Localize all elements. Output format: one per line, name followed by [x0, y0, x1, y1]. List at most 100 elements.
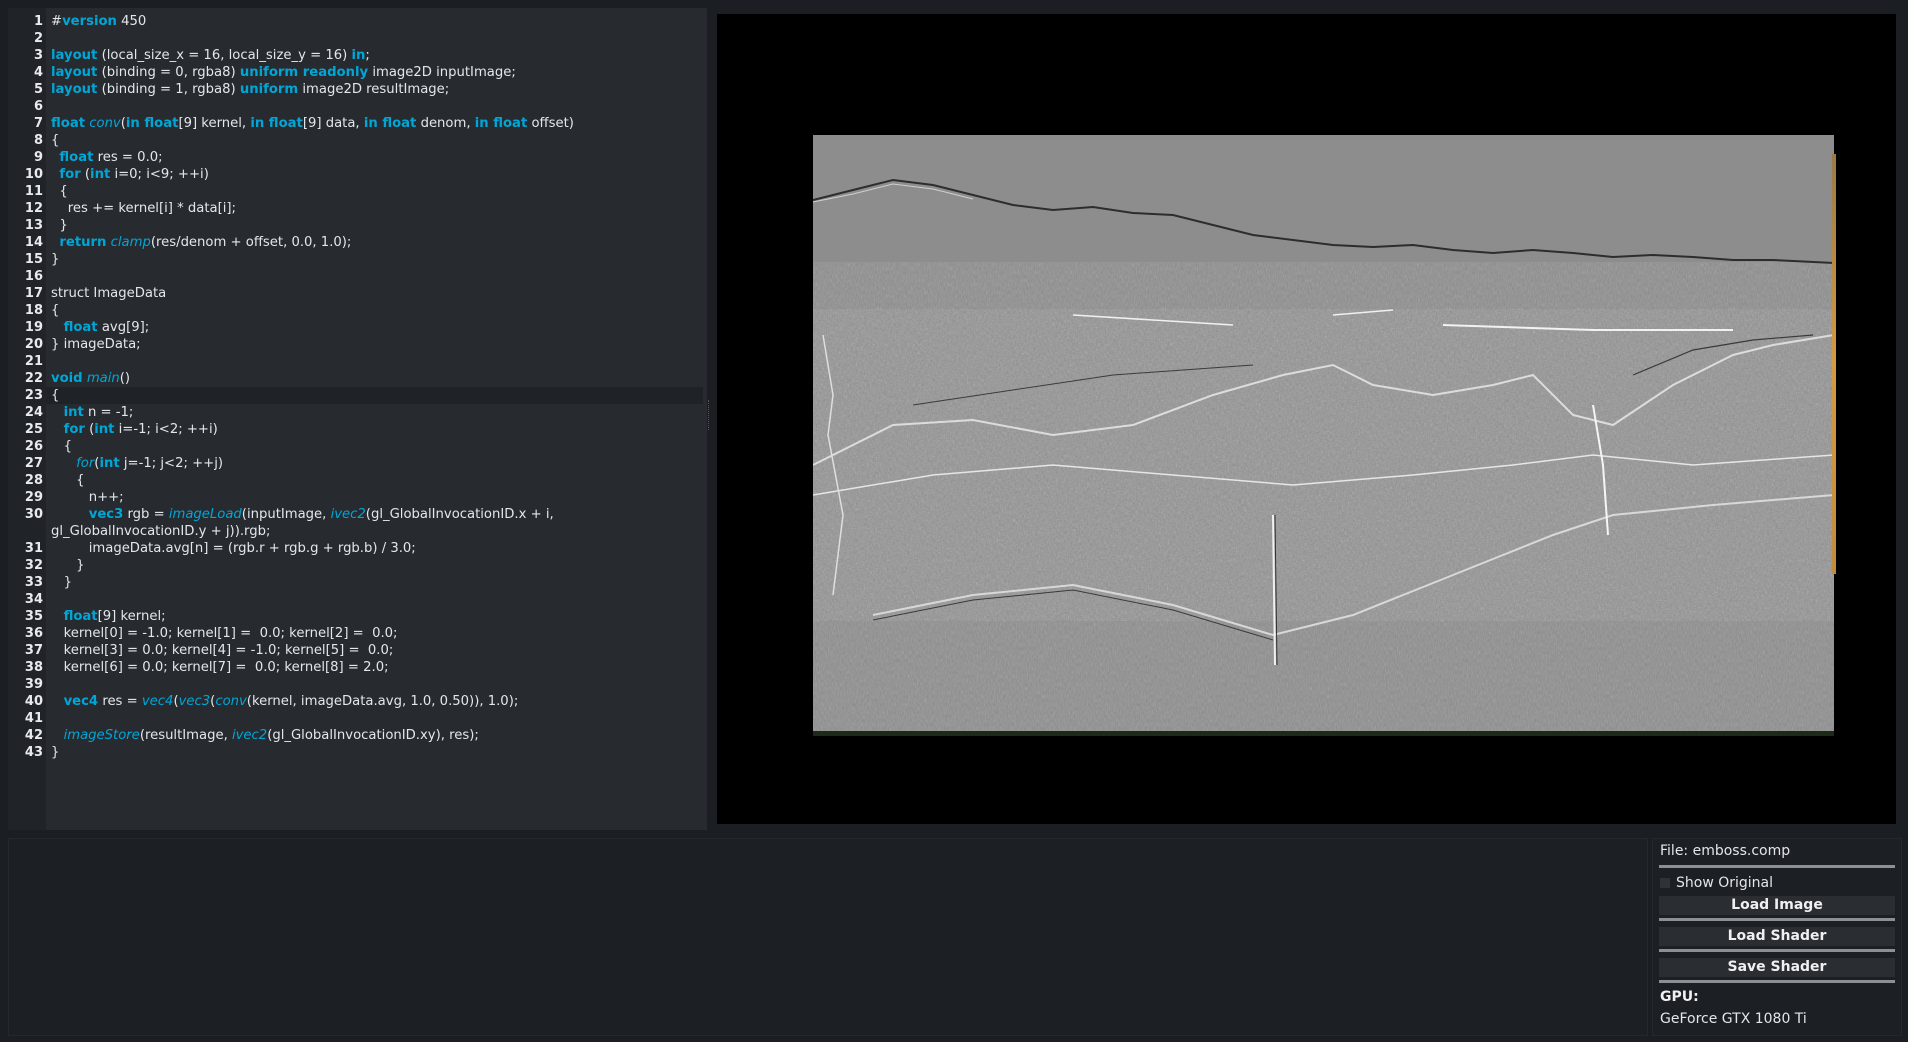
code-token: (inputImage, — [241, 507, 331, 522]
code-token: res = — [98, 694, 142, 709]
code-line[interactable]: 35 float[9] kernel; — [8, 608, 707, 625]
code-line[interactable]: gl_GlobalInvocationID.y + j)).rgb; — [8, 523, 707, 540]
load-shader-button[interactable]: Load Shader — [1659, 927, 1895, 946]
keyword-token: float — [59, 150, 94, 165]
code-text: { — [51, 472, 84, 489]
code-line[interactable]: 38 kernel[6] = 0.0; kernel[7] = 0.0; ker… — [8, 659, 707, 676]
code-line[interactable]: 26 { — [8, 438, 707, 455]
code-line[interactable]: 27 for(int j=-1; j<2; ++j) — [8, 455, 707, 472]
output-console[interactable] — [8, 838, 1648, 1036]
code-line[interactable]: 20} imageData; — [8, 336, 707, 353]
code-line[interactable]: 15} — [8, 251, 707, 268]
splitter-handle[interactable] — [708, 400, 711, 430]
code-token: } — [51, 558, 85, 573]
code-line[interactable]: 21 — [8, 353, 707, 370]
code-text: { — [51, 387, 59, 404]
current-line-highlight — [46, 387, 703, 404]
line-number: 23 — [24, 388, 43, 403]
code-line[interactable]: 31 imageData.avg[n] = (rgb.r + rgb.g + r… — [8, 540, 707, 557]
code-line[interactable]: 2 — [8, 30, 707, 47]
code-line[interactable]: 13 } — [8, 217, 707, 234]
code-line[interactable]: 32 } — [8, 557, 707, 574]
code-token: } imageData; — [51, 337, 141, 352]
code-line[interactable]: 12 res += kernel[i] * data[i]; — [8, 200, 707, 217]
code-line[interactable]: 1 #version 450 — [8, 13, 707, 30]
line-number: 36 — [24, 626, 43, 641]
line-number: 29 — [24, 490, 43, 505]
code-line[interactable]: 42 imageStore(resultImage, ivec2(gl_Glob… — [8, 727, 707, 744]
separator — [1659, 865, 1895, 868]
keyword-token: for — [59, 167, 81, 182]
code-line[interactable]: 7 float conv(in float[9] kernel, in float… — [8, 115, 707, 132]
code-token: { — [51, 303, 60, 318]
code-token: rgb = — [123, 507, 169, 522]
code-line[interactable]: 40 vec4 res = vec4(vec3(conv(kernel, ima… — [8, 693, 707, 710]
code-text: return clamp(res/denom + offset, 0.0, 1.… — [51, 234, 351, 251]
code-line[interactable]: 37 kernel[3] = 0.0; kernel[4] = -1.0; ke… — [8, 642, 707, 659]
line-number: 13 — [24, 218, 43, 233]
line-number: 31 — [24, 541, 43, 556]
code-line[interactable]: 14 return clamp(res/denom + offset, 0.0,… — [8, 234, 707, 251]
code-text: layout (binding = 1, rgba8) uniform imag… — [51, 81, 449, 98]
code-line[interactable]: 30 vec3 rgb = imageLoad(inputImage, ivec… — [8, 506, 707, 523]
show-original-checkbox[interactable]: Show Original — [1660, 875, 1773, 891]
code-line[interactable]: 25 for (int i=-1; i<2; ++i) — [8, 421, 707, 438]
code-token: kernel[6] = 0.0; kernel[7] = 0.0; kernel… — [51, 660, 389, 675]
code-line[interactable]: 36 kernel[0] = -1.0; kernel[1] = 0.0; ke… — [8, 625, 707, 642]
image-bottom-strip — [813, 731, 1834, 736]
line-number: 27 — [24, 456, 43, 471]
code-line[interactable]: 4 layout (binding = 0, rgba8) uniform rea… — [8, 64, 707, 81]
code-line[interactable]: 22 void main() — [8, 370, 707, 387]
code-line[interactable]: 17 struct ImageData — [8, 285, 707, 302]
code-line[interactable]: 6 — [8, 98, 707, 115]
line-number: 33 — [24, 575, 43, 590]
code-token: (local_size_x = 16, local_size_y = 16) — [97, 48, 352, 63]
line-number: 37 — [24, 643, 43, 658]
emboss-image-art — [813, 135, 1834, 731]
keyword-token: float — [51, 116, 86, 131]
control-panel: File: emboss.comp Show Original Load Ima… — [1652, 838, 1902, 1036]
code-lines[interactable]: 1 #version 450 2 3 layout (local_size_x = 16… — [8, 13, 707, 761]
code-token: image2D inputImage; — [368, 65, 516, 80]
code-line[interactable]: 24 int n = -1; — [8, 404, 707, 421]
shader-code-editor[interactable]: 1 #version 450 2 3 layout (local_size_x = 16… — [8, 8, 707, 830]
code-text: kernel[0] = -1.0; kernel[1] = 0.0; kerne… — [51, 625, 398, 642]
code-line[interactable]: 8{ — [8, 132, 707, 149]
code-line[interactable]: 41 — [8, 710, 707, 727]
keyword-token: void — [51, 371, 83, 386]
code-line[interactable]: 34 — [8, 591, 707, 608]
image-preview-viewport[interactable] — [717, 14, 1896, 824]
code-text: } — [51, 744, 59, 761]
code-line[interactable]: 33 } — [8, 574, 707, 591]
save-shader-button[interactable]: Save Shader — [1659, 958, 1895, 977]
code-line[interactable]: 18 { — [8, 302, 707, 319]
code-line[interactable]: 5 layout (binding = 1, rgba8) uniform ima… — [8, 81, 707, 98]
keyword-token: in float — [363, 116, 417, 131]
code-line[interactable]: 39 — [8, 676, 707, 693]
code-token: j=-1; j<2; ++j) — [119, 456, 224, 471]
checkbox-box[interactable] — [1660, 878, 1670, 888]
line-number: 41 — [24, 711, 43, 726]
code-line[interactable]: 29 n++; — [8, 489, 707, 506]
code-line[interactable]: 28 { — [8, 472, 707, 489]
line-number: 17 — [24, 286, 43, 301]
line-number: 21 — [24, 354, 43, 369]
code-line[interactable]: 43} — [8, 744, 707, 761]
keyword-token: in float — [250, 116, 303, 131]
code-line[interactable]: 23 { — [8, 387, 707, 404]
keyword-token: int — [94, 422, 115, 437]
code-line[interactable]: 19 float avg[9]; — [8, 319, 707, 336]
code-token: (resultImage, — [139, 728, 232, 743]
load-image-button[interactable]: Load Image — [1659, 896, 1895, 915]
code-line[interactable]: 10 for (int i=0; i<9; ++i) — [8, 166, 707, 183]
line-number: 15 — [24, 252, 43, 267]
code-line[interactable]: 3 layout (local_size_x = 16, local_size_y… — [8, 47, 707, 64]
code-line[interactable]: 16 — [8, 268, 707, 285]
code-token: (res/denom + offset, 0.0, 1.0); — [150, 235, 352, 250]
code-line[interactable]: 11 { — [8, 183, 707, 200]
code-token: kernel[3] = 0.0; kernel[4] = -1.0; kerne… — [51, 643, 394, 658]
code-line[interactable]: 9 float res = 0.0; — [8, 149, 707, 166]
